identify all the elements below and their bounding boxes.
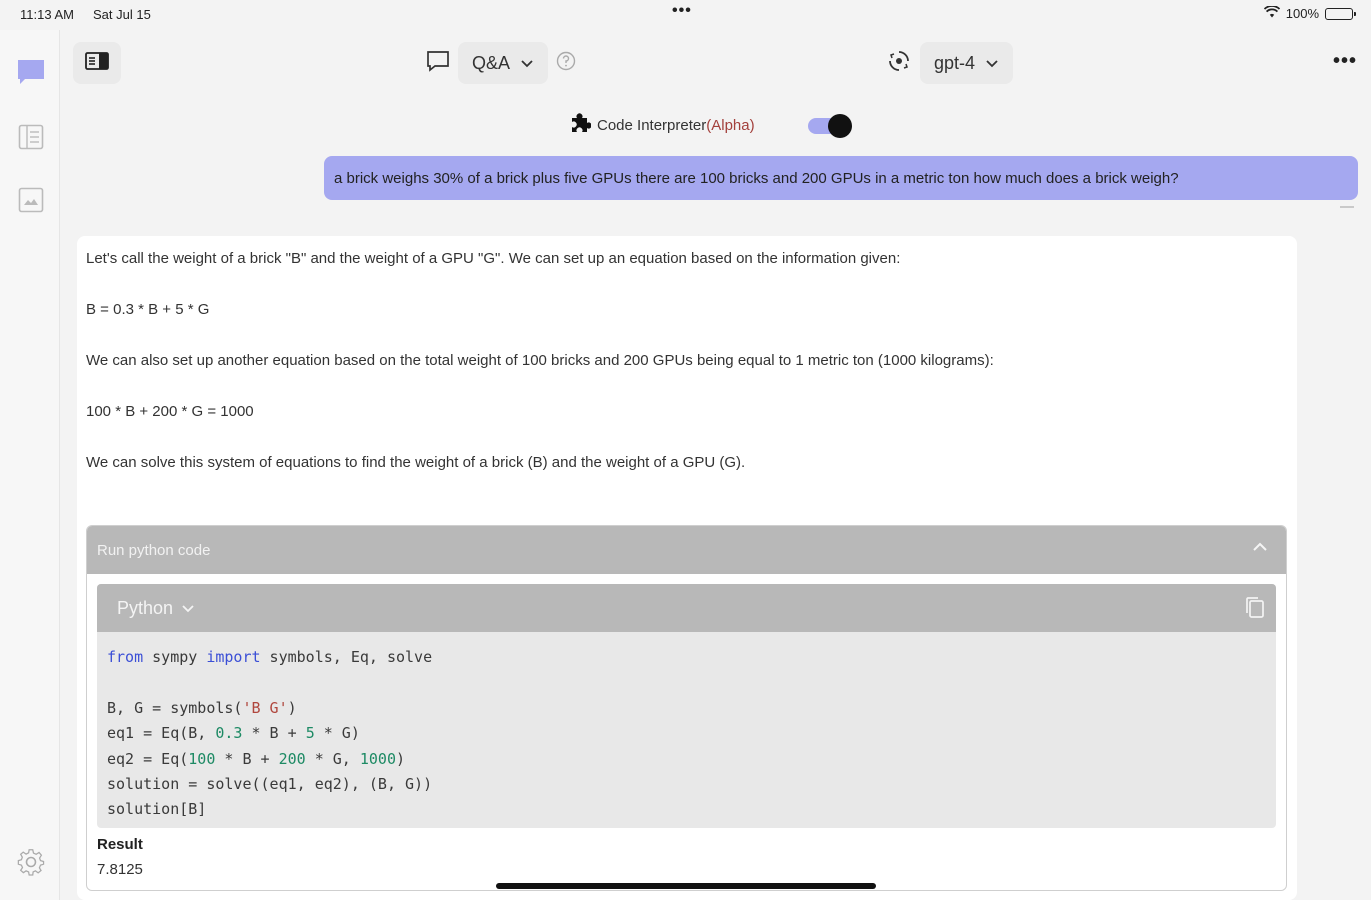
- code-line: from sympy import symbols, Eq, solve: [107, 648, 433, 666]
- copy-icon[interactable]: [1244, 596, 1266, 625]
- battery-percent: 100%: [1285, 6, 1319, 21]
- status-bar: 11:13 AM Sat Jul 15 ••• 100%: [0, 0, 1371, 30]
- model-group: gpt-4: [888, 42, 1014, 84]
- chat-icon[interactable]: [16, 57, 46, 87]
- mode-label: Q&A: [472, 52, 511, 73]
- plugin-name: Code Interpreter(Alpha): [597, 116, 755, 134]
- sidebar-toggle-icon: [85, 51, 109, 75]
- left-rail: [0, 30, 60, 900]
- assistant-paragraph: B = 0.3 * B + 5 * G: [86, 301, 210, 318]
- image-icon[interactable]: [16, 185, 46, 215]
- model-icon: [888, 50, 910, 77]
- chevron-down-icon: [520, 53, 534, 74]
- status-date: Sat Jul 15: [93, 7, 151, 22]
- status-right: 100%: [1263, 5, 1356, 21]
- assistant-paragraph: We can solve this system of equations to…: [86, 454, 746, 471]
- more-options-button[interactable]: •••: [1333, 50, 1357, 73]
- run-code-title: Run python code: [97, 541, 211, 559]
- mode-group: Q&A: [426, 42, 576, 84]
- status-time: 11:13 AM: [20, 7, 74, 22]
- plugin-tag: (Alpha): [706, 116, 755, 134]
- comment-icon: [426, 50, 450, 77]
- puzzle-icon: [569, 112, 592, 138]
- run-code-panel: Run python code Python from sympy import…: [86, 525, 1287, 891]
- language-selector[interactable]: Python: [117, 598, 173, 619]
- result-value: 7.8125: [97, 861, 143, 878]
- toggle-knob: [828, 114, 852, 138]
- chevron-down-icon: [985, 53, 999, 74]
- multitask-dots[interactable]: •••: [672, 2, 692, 20]
- user-message: a brick weighs 30% of a brick plus five …: [324, 156, 1358, 200]
- chevron-up-icon[interactable]: [1252, 540, 1268, 557]
- assistant-paragraph: 100 * B + 200 * G = 1000: [86, 403, 254, 420]
- code-line: eq1 = Eq(B, 0.3 * B + 5 * G): [107, 724, 360, 743]
- result-label: Result: [97, 836, 143, 853]
- code-block: Python from sympy import symbols, Eq, so…: [97, 584, 1276, 828]
- help-icon[interactable]: [556, 51, 576, 76]
- code-header: Python: [97, 584, 1276, 632]
- wifi-icon: [1263, 5, 1280, 21]
- gear-icon[interactable]: [16, 847, 46, 877]
- plugin-toggle[interactable]: [808, 114, 854, 138]
- top-toolbar: Q&A gpt-4 •••: [61, 30, 1371, 98]
- code-line: solution[B]: [107, 800, 207, 819]
- battery-icon: [1325, 7, 1356, 20]
- message-menu-handle[interactable]: [1340, 206, 1354, 208]
- model-dropdown[interactable]: gpt-4: [920, 42, 1014, 84]
- assistant-message: Let's call the weight of a brick "B" and…: [77, 236, 1297, 900]
- code-line: solution = solve((eq1, eq2), (B, G)): [107, 775, 433, 794]
- assistant-paragraph: Let's call the weight of a brick "B" and…: [86, 250, 901, 267]
- code-body: from sympy import symbols, Eq, solve B, …: [97, 632, 1276, 823]
- plugin-row: Code Interpreter(Alpha): [569, 112, 755, 138]
- code-line: B, G = symbols('B G'): [107, 698, 297, 717]
- list-icon[interactable]: [16, 122, 46, 152]
- home-indicator: [496, 883, 876, 889]
- run-code-header[interactable]: Run python code: [87, 526, 1286, 574]
- code-line: eq2 = Eq(100 * B + 200 * G, 1000): [107, 749, 406, 768]
- assistant-paragraph: We can also set up another equation base…: [86, 352, 994, 369]
- mode-dropdown[interactable]: Q&A: [458, 42, 549, 84]
- chevron-down-icon[interactable]: [181, 598, 195, 619]
- sidebar-toggle-button[interactable]: [73, 42, 121, 84]
- model-label: gpt-4: [934, 52, 976, 73]
